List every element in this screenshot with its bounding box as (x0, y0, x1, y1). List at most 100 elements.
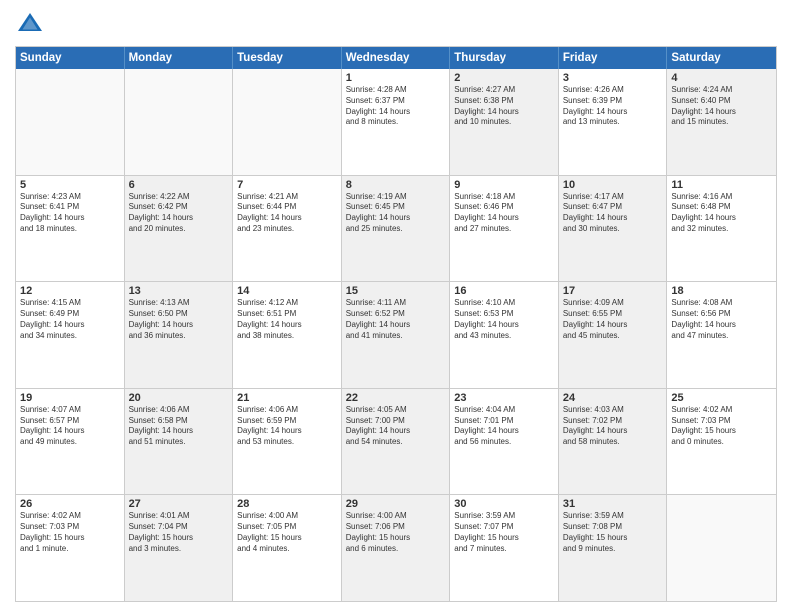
cal-cell-day-5: 5Sunrise: 4:23 AM Sunset: 6:41 PM Daylig… (16, 176, 125, 282)
day-number: 27 (129, 498, 229, 510)
day-number: 24 (563, 392, 663, 404)
day-info: Sunrise: 4:15 AM Sunset: 6:49 PM Dayligh… (20, 298, 120, 341)
cal-cell-day-4: 4Sunrise: 4:24 AM Sunset: 6:40 PM Daylig… (667, 69, 776, 175)
cal-cell-day-9: 9Sunrise: 4:18 AM Sunset: 6:46 PM Daylig… (450, 176, 559, 282)
day-number: 17 (563, 285, 663, 297)
day-info: Sunrise: 4:02 AM Sunset: 7:03 PM Dayligh… (671, 405, 772, 448)
day-info: Sunrise: 3:59 AM Sunset: 7:08 PM Dayligh… (563, 511, 663, 554)
day-info: Sunrise: 4:16 AM Sunset: 6:48 PM Dayligh… (671, 192, 772, 235)
day-number: 20 (129, 392, 229, 404)
cal-cell-day-6: 6Sunrise: 4:22 AM Sunset: 6:42 PM Daylig… (125, 176, 234, 282)
day-number: 13 (129, 285, 229, 297)
cal-cell-day-7: 7Sunrise: 4:21 AM Sunset: 6:44 PM Daylig… (233, 176, 342, 282)
day-info: Sunrise: 4:22 AM Sunset: 6:42 PM Dayligh… (129, 192, 229, 235)
cal-cell-day-11: 11Sunrise: 4:16 AM Sunset: 6:48 PM Dayli… (667, 176, 776, 282)
day-number: 29 (346, 498, 446, 510)
day-info: Sunrise: 4:24 AM Sunset: 6:40 PM Dayligh… (671, 85, 772, 128)
day-info: Sunrise: 4:17 AM Sunset: 6:47 PM Dayligh… (563, 192, 663, 235)
day-info: Sunrise: 4:26 AM Sunset: 6:39 PM Dayligh… (563, 85, 663, 128)
page: SundayMondayTuesdayWednesdayThursdayFrid… (0, 0, 792, 612)
cal-header-saturday: Saturday (667, 47, 776, 69)
cal-cell-day-25: 25Sunrise: 4:02 AM Sunset: 7:03 PM Dayli… (667, 389, 776, 495)
day-info: Sunrise: 4:05 AM Sunset: 7:00 PM Dayligh… (346, 405, 446, 448)
cal-cell-day-26: 26Sunrise: 4:02 AM Sunset: 7:03 PM Dayli… (16, 495, 125, 601)
cal-week-5: 26Sunrise: 4:02 AM Sunset: 7:03 PM Dayli… (16, 495, 776, 601)
cal-cell-day-16: 16Sunrise: 4:10 AM Sunset: 6:53 PM Dayli… (450, 282, 559, 388)
day-info: Sunrise: 4:02 AM Sunset: 7:03 PM Dayligh… (20, 511, 120, 554)
day-info: Sunrise: 4:04 AM Sunset: 7:01 PM Dayligh… (454, 405, 554, 448)
cal-cell-day-20: 20Sunrise: 4:06 AM Sunset: 6:58 PM Dayli… (125, 389, 234, 495)
day-number: 15 (346, 285, 446, 297)
logo (15, 10, 49, 40)
cal-week-3: 12Sunrise: 4:15 AM Sunset: 6:49 PM Dayli… (16, 282, 776, 389)
cal-week-2: 5Sunrise: 4:23 AM Sunset: 6:41 PM Daylig… (16, 176, 776, 283)
calendar: SundayMondayTuesdayWednesdayThursdayFrid… (15, 46, 777, 602)
day-info: Sunrise: 4:00 AM Sunset: 7:06 PM Dayligh… (346, 511, 446, 554)
day-number: 30 (454, 498, 554, 510)
day-number: 23 (454, 392, 554, 404)
day-info: Sunrise: 4:11 AM Sunset: 6:52 PM Dayligh… (346, 298, 446, 341)
day-info: Sunrise: 3:59 AM Sunset: 7:07 PM Dayligh… (454, 511, 554, 554)
day-info: Sunrise: 4:18 AM Sunset: 6:46 PM Dayligh… (454, 192, 554, 235)
day-number: 7 (237, 179, 337, 191)
day-number: 4 (671, 72, 772, 84)
day-number: 5 (20, 179, 120, 191)
day-info: Sunrise: 4:00 AM Sunset: 7:05 PM Dayligh… (237, 511, 337, 554)
logo-icon (15, 10, 45, 40)
day-info: Sunrise: 4:10 AM Sunset: 6:53 PM Dayligh… (454, 298, 554, 341)
cal-cell-day-14: 14Sunrise: 4:12 AM Sunset: 6:51 PM Dayli… (233, 282, 342, 388)
cal-cell-day-15: 15Sunrise: 4:11 AM Sunset: 6:52 PM Dayli… (342, 282, 451, 388)
day-number: 16 (454, 285, 554, 297)
day-info: Sunrise: 4:19 AM Sunset: 6:45 PM Dayligh… (346, 192, 446, 235)
day-number: 11 (671, 179, 772, 191)
day-number: 14 (237, 285, 337, 297)
cal-header-monday: Monday (125, 47, 234, 69)
day-info: Sunrise: 4:06 AM Sunset: 6:58 PM Dayligh… (129, 405, 229, 448)
day-number: 6 (129, 179, 229, 191)
day-number: 22 (346, 392, 446, 404)
day-info: Sunrise: 4:01 AM Sunset: 7:04 PM Dayligh… (129, 511, 229, 554)
day-info: Sunrise: 4:09 AM Sunset: 6:55 PM Dayligh… (563, 298, 663, 341)
cal-header-tuesday: Tuesday (233, 47, 342, 69)
cal-header-sunday: Sunday (16, 47, 125, 69)
day-number: 21 (237, 392, 337, 404)
cal-cell-day-22: 22Sunrise: 4:05 AM Sunset: 7:00 PM Dayli… (342, 389, 451, 495)
cal-cell-empty (667, 495, 776, 601)
day-info: Sunrise: 4:08 AM Sunset: 6:56 PM Dayligh… (671, 298, 772, 341)
day-info: Sunrise: 4:27 AM Sunset: 6:38 PM Dayligh… (454, 85, 554, 128)
cal-cell-day-31: 31Sunrise: 3:59 AM Sunset: 7:08 PM Dayli… (559, 495, 668, 601)
cal-cell-day-30: 30Sunrise: 3:59 AM Sunset: 7:07 PM Dayli… (450, 495, 559, 601)
day-number: 10 (563, 179, 663, 191)
cal-cell-empty (16, 69, 125, 175)
cal-header-friday: Friday (559, 47, 668, 69)
cal-cell-day-21: 21Sunrise: 4:06 AM Sunset: 6:59 PM Dayli… (233, 389, 342, 495)
calendar-body: 1Sunrise: 4:28 AM Sunset: 6:37 PM Daylig… (16, 69, 776, 601)
day-number: 3 (563, 72, 663, 84)
day-info: Sunrise: 4:28 AM Sunset: 6:37 PM Dayligh… (346, 85, 446, 128)
day-number: 25 (671, 392, 772, 404)
day-info: Sunrise: 4:12 AM Sunset: 6:51 PM Dayligh… (237, 298, 337, 341)
cal-cell-day-29: 29Sunrise: 4:00 AM Sunset: 7:06 PM Dayli… (342, 495, 451, 601)
day-number: 28 (237, 498, 337, 510)
cal-cell-empty (125, 69, 234, 175)
cal-cell-day-18: 18Sunrise: 4:08 AM Sunset: 6:56 PM Dayli… (667, 282, 776, 388)
cal-header-thursday: Thursday (450, 47, 559, 69)
cal-cell-day-10: 10Sunrise: 4:17 AM Sunset: 6:47 PM Dayli… (559, 176, 668, 282)
cal-week-4: 19Sunrise: 4:07 AM Sunset: 6:57 PM Dayli… (16, 389, 776, 496)
header (15, 10, 777, 40)
day-info: Sunrise: 4:03 AM Sunset: 7:02 PM Dayligh… (563, 405, 663, 448)
cal-cell-day-2: 2Sunrise: 4:27 AM Sunset: 6:38 PM Daylig… (450, 69, 559, 175)
cal-cell-day-19: 19Sunrise: 4:07 AM Sunset: 6:57 PM Dayli… (16, 389, 125, 495)
cal-cell-day-12: 12Sunrise: 4:15 AM Sunset: 6:49 PM Dayli… (16, 282, 125, 388)
cal-week-1: 1Sunrise: 4:28 AM Sunset: 6:37 PM Daylig… (16, 69, 776, 176)
day-number: 2 (454, 72, 554, 84)
day-number: 8 (346, 179, 446, 191)
cal-cell-day-3: 3Sunrise: 4:26 AM Sunset: 6:39 PM Daylig… (559, 69, 668, 175)
day-number: 12 (20, 285, 120, 297)
cal-cell-day-1: 1Sunrise: 4:28 AM Sunset: 6:37 PM Daylig… (342, 69, 451, 175)
day-number: 19 (20, 392, 120, 404)
day-info: Sunrise: 4:13 AM Sunset: 6:50 PM Dayligh… (129, 298, 229, 341)
cal-cell-day-23: 23Sunrise: 4:04 AM Sunset: 7:01 PM Dayli… (450, 389, 559, 495)
cal-header-wednesday: Wednesday (342, 47, 451, 69)
day-info: Sunrise: 4:23 AM Sunset: 6:41 PM Dayligh… (20, 192, 120, 235)
